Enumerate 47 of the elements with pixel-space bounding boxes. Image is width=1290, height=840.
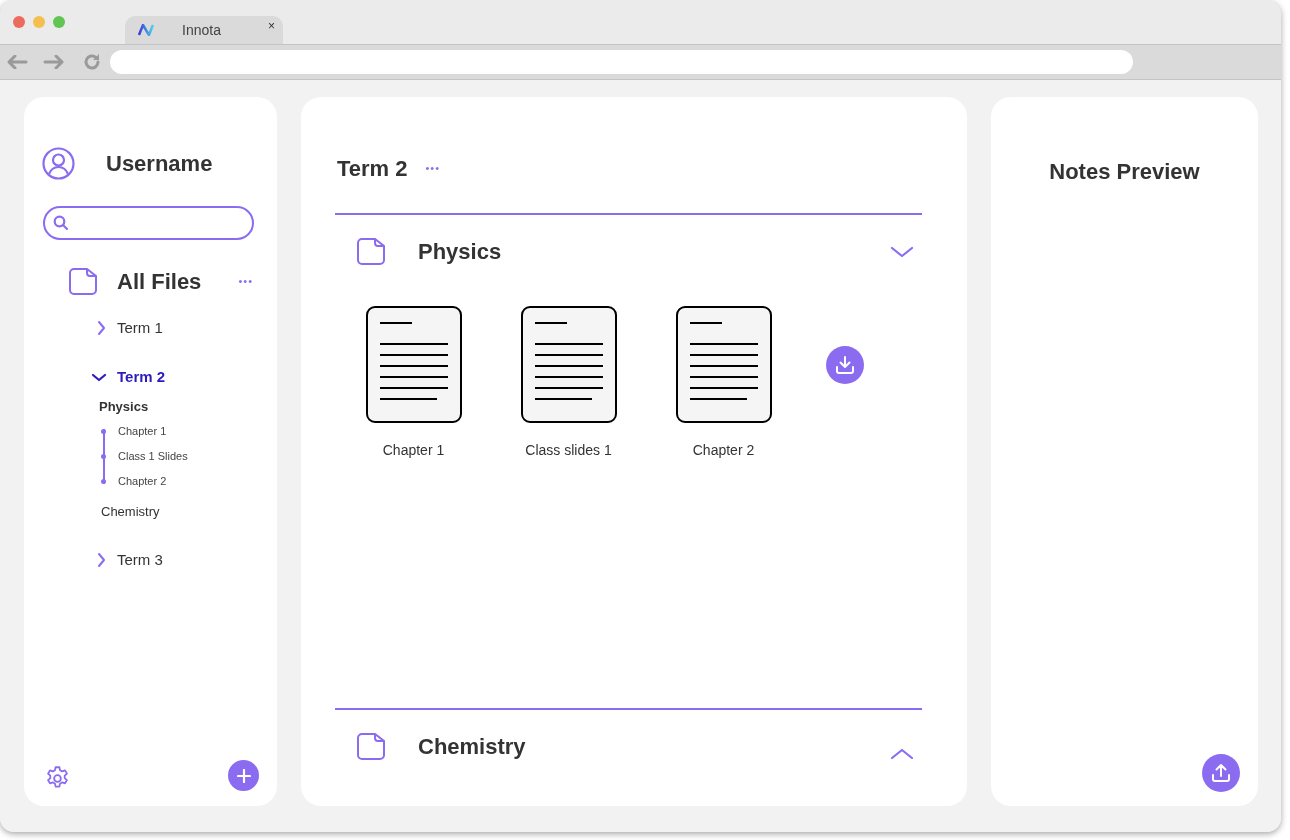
tree-item[interactable]: Class 1 Slides xyxy=(118,447,188,465)
chevron-right-icon[interactable] xyxy=(97,552,106,568)
tab-title: Innota xyxy=(182,20,221,40)
folder-icon xyxy=(357,237,386,266)
close-window-icon[interactable] xyxy=(13,16,25,28)
search-field[interactable] xyxy=(43,206,254,240)
tree-item[interactable]: Chapter 2 xyxy=(118,472,167,490)
tree-item[interactable]: Chemistry xyxy=(101,501,160,521)
upload-button[interactable] xyxy=(1202,754,1240,792)
file-name[interactable]: Chapter 1 xyxy=(382,440,445,461)
tab-close-button[interactable]: × xyxy=(268,20,275,32)
logo-icon xyxy=(137,24,157,36)
section-title[interactable]: Chemistry xyxy=(418,730,526,763)
forward-arrow-icon[interactable] xyxy=(43,55,65,69)
more-options-button[interactable]: ••• xyxy=(238,273,253,290)
address-field[interactable] xyxy=(110,50,1133,74)
all-files-label[interactable]: All Files xyxy=(117,265,202,298)
back-arrow-icon[interactable] xyxy=(6,55,28,69)
folder-icon xyxy=(69,267,98,296)
file-name[interactable]: Class slides 1 xyxy=(525,440,612,461)
user-avatar-icon[interactable] xyxy=(42,147,75,180)
tree-item[interactable]: Term 3 xyxy=(117,548,163,572)
section-title[interactable]: Physics xyxy=(418,235,502,268)
document-thumbnail[interactable] xyxy=(365,306,462,423)
folder-icon xyxy=(357,732,386,761)
document-thumbnail[interactable] xyxy=(675,306,772,423)
tree-item[interactable]: Term 2 xyxy=(117,365,166,389)
file-name[interactable]: Chapter 2 xyxy=(692,440,755,461)
chevron-right-icon[interactable] xyxy=(97,320,106,336)
preview-title: Notes Preview xyxy=(1049,158,1200,186)
username: Username xyxy=(106,150,213,178)
tree-item[interactable]: Physics xyxy=(99,397,149,417)
tree-item[interactable]: Chapter 1 xyxy=(118,422,167,440)
folder-title: Term 2 xyxy=(337,155,408,183)
chevron-down-icon[interactable] xyxy=(91,372,107,382)
search-icon xyxy=(53,215,69,231)
reload-icon[interactable] xyxy=(82,52,102,72)
plus-icon xyxy=(236,768,251,783)
browser-tab[interactable]: Innota × xyxy=(125,16,283,44)
upload-icon xyxy=(1211,763,1231,783)
add-button[interactable] xyxy=(228,760,259,791)
chevron-up-icon[interactable] xyxy=(890,747,914,760)
more-options-button[interactable]: ••• xyxy=(425,160,441,177)
download-icon xyxy=(835,355,855,375)
download-button[interactable] xyxy=(826,346,864,384)
document-thumbnail[interactable] xyxy=(520,306,617,423)
tree-item[interactable]: Term 1 xyxy=(117,316,163,340)
